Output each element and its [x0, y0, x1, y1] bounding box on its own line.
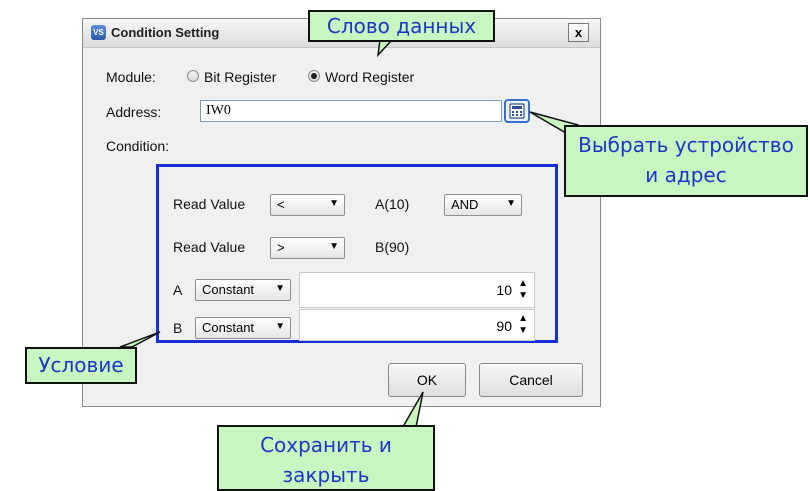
save-close-line-2: закрыть: [282, 463, 370, 487]
condition-pointer: [119, 331, 161, 348]
callout-pointers: [119, 39, 579, 433]
select-device-line-2: и адрес: [645, 163, 727, 187]
save-close-line-1: Сохранить и: [260, 433, 392, 457]
save-close-callout: Сохранить и закрыть: [217, 425, 435, 491]
data-word-callout: Слово данных: [308, 10, 495, 42]
data-word-pointer: [376, 39, 394, 58]
select-device-line-1: Выбрать устройство: [578, 133, 794, 157]
condition-callout: Условие: [25, 347, 137, 384]
select-device-callout: Выбрать устройство и адрес: [564, 125, 808, 197]
